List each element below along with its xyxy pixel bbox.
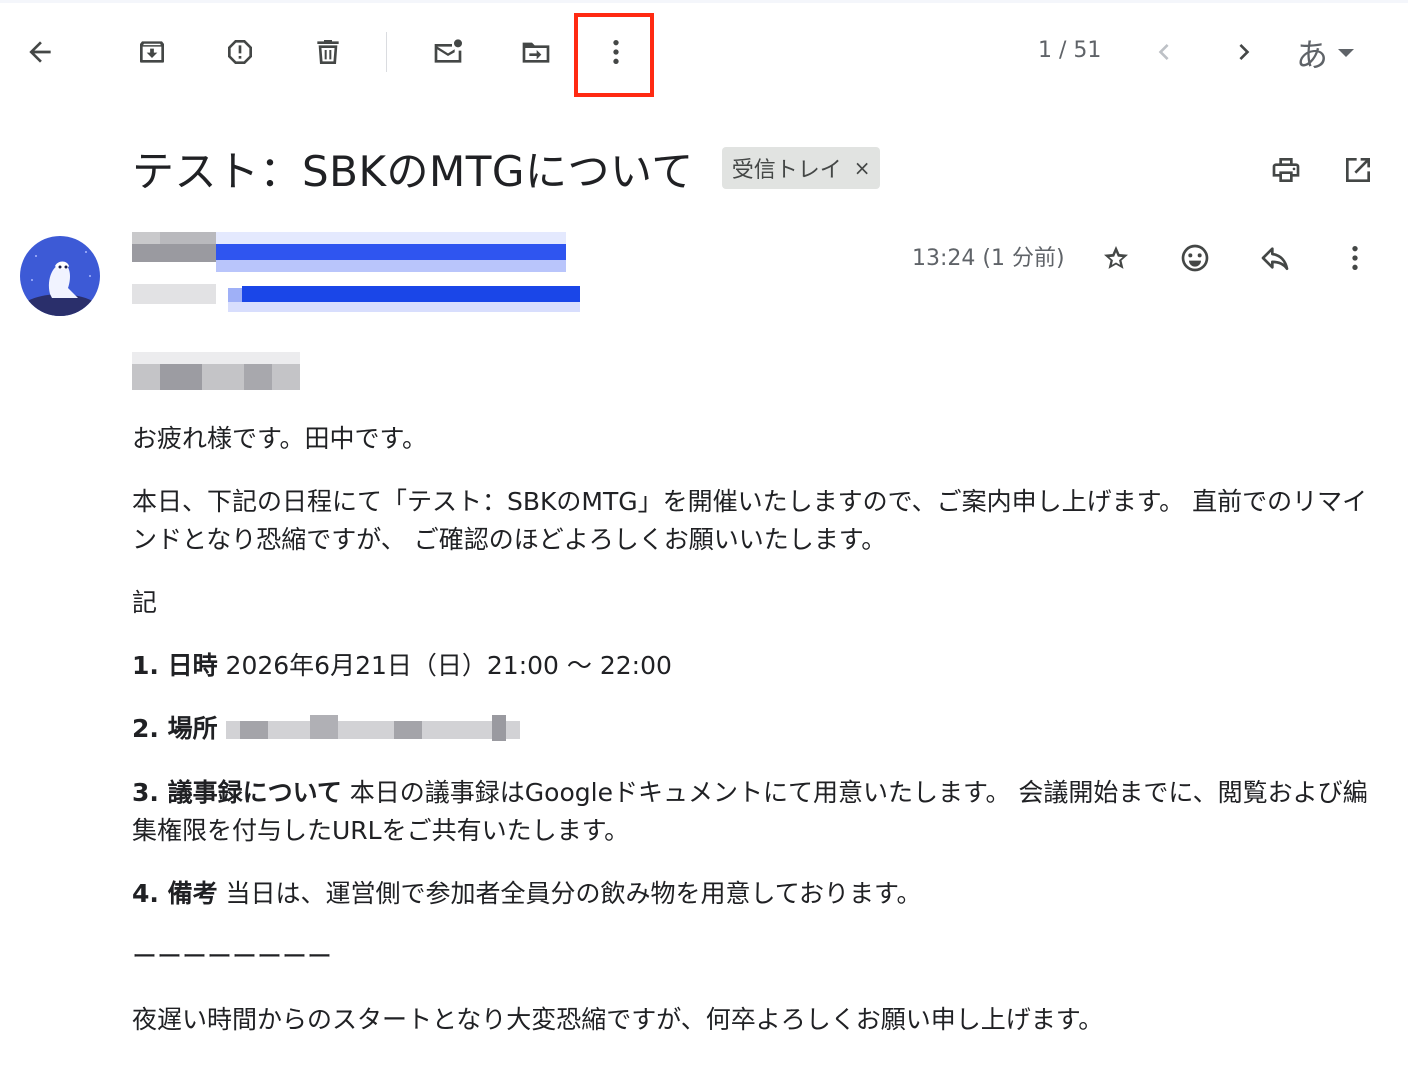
message-more-button[interactable] bbox=[1331, 234, 1379, 282]
delete-icon bbox=[317, 40, 339, 64]
back-icon bbox=[29, 41, 51, 63]
agenda-item-text: 2026年6月21日（日）21:00 〜 22:00 bbox=[217, 651, 672, 680]
toolbar-divider bbox=[386, 32, 387, 72]
print-all-button[interactable] bbox=[1262, 146, 1310, 194]
remove-label-icon[interactable]: × bbox=[854, 156, 871, 180]
caret-down-icon bbox=[1338, 49, 1355, 57]
message-body: お疲れ様です。田中です。 本日、下記の日程にて「テスト：SBKのMTG」を開催い… bbox=[132, 352, 1380, 1064]
archive-icon bbox=[140, 41, 164, 63]
agenda-item-label: 1. 日時 bbox=[132, 651, 218, 680]
pager-count: 1 / 51 bbox=[1038, 38, 1102, 63]
prev-icon bbox=[1158, 44, 1169, 60]
open-in-new-icon bbox=[1346, 158, 1370, 182]
label-chip-inbox[interactable]: 受信トレイ × bbox=[721, 147, 881, 189]
input-tools-button[interactable]: あ bbox=[1296, 30, 1355, 76]
mark-unread-icon bbox=[434, 39, 462, 63]
open-new-window-button[interactable] bbox=[1334, 146, 1382, 194]
body-closing: 夜遅い時間からのスタートとなり大変恐縮ですが、何卒よろしくお願い申し上げます。 bbox=[132, 1005, 1104, 1034]
report-spam-button[interactable] bbox=[216, 28, 264, 76]
add-reaction-button[interactable] bbox=[1171, 234, 1219, 282]
message-timestamp: 13:24 (1 分前) bbox=[912, 246, 1065, 271]
newer-button[interactable] bbox=[1140, 28, 1188, 76]
archive-button[interactable] bbox=[128, 28, 176, 76]
reply-icon bbox=[1261, 247, 1289, 270]
reply-button[interactable] bbox=[1251, 234, 1299, 282]
more-icon bbox=[1352, 246, 1358, 270]
print-icon bbox=[1272, 158, 1300, 182]
body-divider: ーーーーーーーー bbox=[132, 942, 333, 971]
highlight-box bbox=[574, 13, 654, 97]
back-button[interactable] bbox=[16, 28, 64, 76]
place-redacted bbox=[225, 711, 520, 749]
agenda-item-datetime: 1. 日時 2026年6月21日（日）21:00 〜 22:00 bbox=[132, 647, 1380, 685]
next-icon bbox=[1239, 44, 1250, 60]
body-ki: 記 bbox=[132, 588, 158, 617]
report-spam-icon bbox=[228, 40, 252, 64]
label-chip-text: 受信トレイ bbox=[731, 158, 842, 183]
emoji-icon bbox=[1181, 244, 1209, 272]
sender-avatar[interactable] bbox=[20, 236, 100, 316]
star-button[interactable] bbox=[1092, 234, 1140, 282]
agenda-item-minutes: 3. 議事録について 本日の議事録はGoogleドキュメントにて用意いたします。… bbox=[132, 774, 1380, 850]
older-button[interactable] bbox=[1220, 28, 1268, 76]
sender-name-redacted bbox=[132, 232, 566, 272]
body-greeting: お疲れ様です。田中です。 bbox=[132, 424, 428, 453]
star-icon bbox=[1104, 246, 1128, 269]
mark-unread-button[interactable] bbox=[424, 28, 472, 76]
owl-avatar-image bbox=[20, 236, 100, 316]
message-toolbar: 1 / 51 あ bbox=[0, 0, 1408, 104]
recipient-name-redacted bbox=[132, 352, 300, 392]
agenda-item-label: 2. 場所 bbox=[132, 714, 218, 743]
agenda-item-place: 2. 場所 bbox=[132, 710, 1380, 749]
agenda-item-notes: 4. 備考 当日は、運営側で参加者全員分の飲み物を用意しております。 bbox=[132, 875, 1380, 913]
agenda-item-label: 4. 備考 bbox=[132, 879, 218, 908]
input-tools-icon: あ bbox=[1296, 36, 1329, 74]
move-to-button[interactable] bbox=[512, 28, 560, 76]
body-intro: 本日、下記の日程にて「テスト：SBKのMTG」を開催いたしますので、ご案内申し上… bbox=[132, 487, 1368, 554]
delete-button[interactable] bbox=[304, 28, 352, 76]
subject-row: テスト：SBKのMTGについて 受信トレイ × bbox=[132, 136, 881, 200]
email-subject: テスト：SBKのMTGについて bbox=[132, 146, 694, 196]
sender-address-redacted bbox=[132, 280, 580, 312]
agenda-item-label: 3. 議事録について bbox=[132, 778, 342, 807]
move-to-icon bbox=[522, 42, 550, 63]
agenda-item-text: 当日は、運営側で参加者全員分の飲み物を用意しております。 bbox=[217, 879, 922, 908]
